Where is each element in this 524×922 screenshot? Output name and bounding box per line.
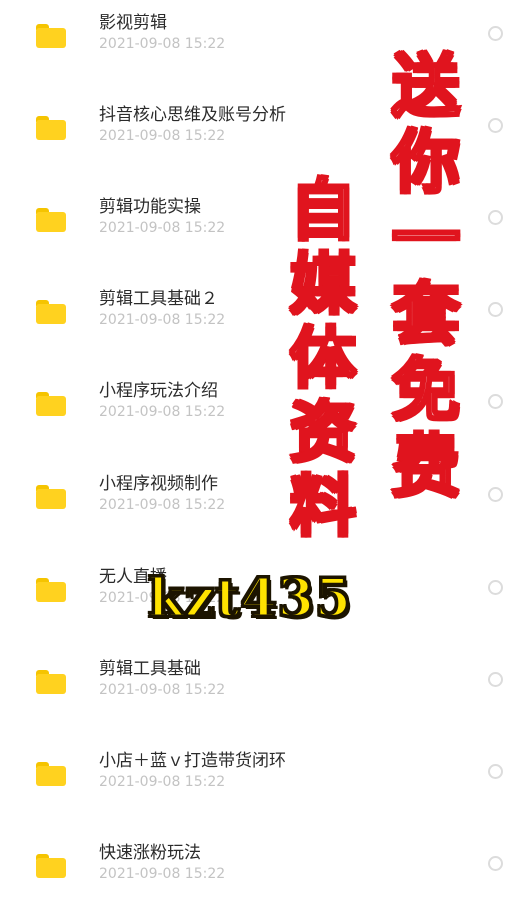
file-date: 2021-09-08 15:22	[99, 220, 226, 236]
folder-icon	[36, 485, 66, 509]
overlay-char: 套	[390, 276, 461, 355]
file-date: 2021-09-08 15:22	[99, 36, 226, 52]
overlay-char: 体	[289, 320, 358, 397]
file-row[interactable]: 快速涨粉玩法 2021-09-08 15:22	[0, 830, 524, 922]
file-date: 2021-09-08 15:22	[99, 404, 226, 420]
overlay-char: 费	[390, 428, 461, 507]
file-date: 2021-09-08 15:22	[99, 866, 226, 882]
file-name: 剪辑工具基础２	[99, 289, 218, 309]
folder-icon	[36, 854, 66, 878]
select-radio[interactable]	[488, 856, 503, 871]
folder-icon	[36, 208, 66, 232]
folder-icon	[36, 116, 66, 140]
select-radio[interactable]	[488, 118, 503, 133]
file-date: 2021-09-08 15:22	[99, 774, 226, 790]
select-radio[interactable]	[488, 487, 503, 502]
overlay-char: 自	[289, 172, 358, 249]
folder-icon	[36, 762, 66, 786]
overlay-char: 媒	[289, 246, 358, 323]
select-radio[interactable]	[488, 302, 503, 317]
file-date: 2021-09-08 15:22	[99, 682, 226, 698]
folder-icon	[36, 300, 66, 324]
file-row[interactable]: 剪辑工具基础 2021-09-08 15:22	[0, 646, 524, 738]
select-radio[interactable]	[488, 672, 503, 687]
overlay-char: 免	[390, 352, 461, 431]
folder-icon	[36, 670, 66, 694]
select-radio[interactable]	[488, 210, 503, 225]
folder-icon	[36, 24, 66, 48]
select-radio[interactable]	[488, 394, 503, 409]
file-name: 快速涨粉玩法	[99, 843, 201, 863]
overlay-char: 一	[390, 200, 461, 279]
overlay-char: 资	[289, 394, 358, 471]
select-radio[interactable]	[488, 26, 503, 41]
file-name: 小程序玩法介绍	[99, 381, 218, 401]
file-date: 2021-09-08 15:22	[99, 497, 226, 513]
file-name: 小店＋蓝ｖ打造带货闭环	[99, 751, 286, 771]
select-radio[interactable]	[488, 764, 503, 779]
overlay-char: 送	[390, 48, 461, 127]
file-date: 2021-09-08 15:22	[99, 128, 226, 144]
select-radio[interactable]	[488, 580, 503, 595]
file-name: 剪辑工具基础	[99, 659, 201, 679]
file-row[interactable]: 小店＋蓝ｖ打造带货闭环 2021-09-08 15:22	[0, 738, 524, 830]
overlay-char: 料	[289, 468, 358, 545]
folder-icon	[36, 578, 66, 602]
file-name: 抖音核心思维及账号分析	[99, 105, 286, 125]
overlay-char: 你	[390, 124, 461, 203]
file-name: 剪辑功能实操	[99, 197, 201, 217]
folder-icon	[36, 392, 66, 416]
file-name: 影视剪辑	[99, 13, 167, 33]
promo-code: kzt435	[146, 567, 353, 631]
file-date: 2021-09-08 15:22	[99, 312, 226, 328]
file-name: 小程序视频制作	[99, 474, 218, 494]
